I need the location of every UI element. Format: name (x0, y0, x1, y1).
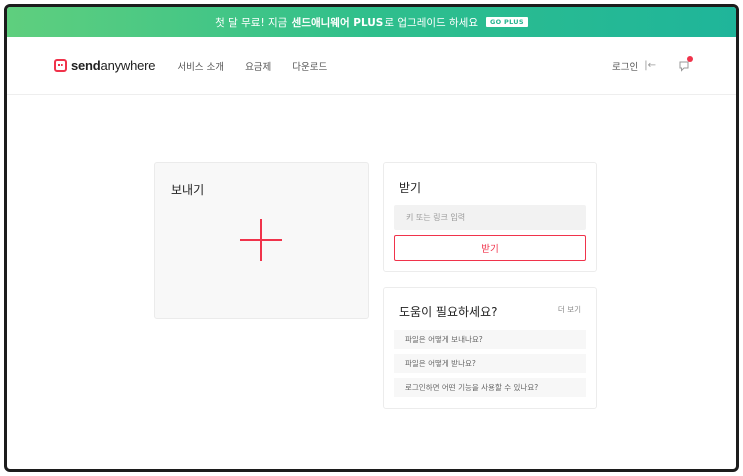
nav-item-download[interactable]: 다운로드 (292, 59, 327, 73)
faq-item[interactable]: 파일은 어떻게 받나요? (394, 354, 586, 373)
key-input[interactable]: 키 또는 링크 입력 (394, 205, 586, 230)
promo-banner[interactable]: 첫 달 무료! 지금 센드애니웨어 PLUS 로 업그레이드 하세요 GO PLU… (7, 7, 736, 37)
nav-item-service[interactable]: 서비스 소개 (177, 59, 224, 73)
logo-icon (54, 59, 67, 72)
nav-item-pricing[interactable]: 요금제 (245, 59, 271, 73)
promo-code-badge: GO PLUS (486, 17, 528, 27)
login-icon[interactable]: |← (644, 60, 656, 71)
site-header: sendanywhere 서비스 소개 요금제 다운로드 로그인 |← (7, 37, 736, 95)
banner-highlight: 센드애니웨어 PLUS (291, 16, 384, 29)
banner-text-before: 첫 달 무료! 지금 (215, 16, 288, 29)
receive-button[interactable]: 받기 (394, 235, 586, 261)
send-title: 보내기 (171, 183, 205, 197)
main-nav: 서비스 소개 요금제 다운로드 (177, 59, 348, 73)
faq-item[interactable]: 로그인하면 어떤 기능을 사용할 수 있나요? (394, 378, 586, 397)
header-actions: 로그인 |← (612, 55, 693, 73)
login-link[interactable]: 로그인 (612, 59, 638, 73)
banner-text-after: 로 업그레이드 하세요 (384, 16, 478, 29)
app-frame: 첫 달 무료! 지금 센드애니웨어 PLUS 로 업그레이드 하세요 GO PLU… (4, 4, 739, 472)
help-card: 도움이 필요하세요? 더 보기 파일은 어떻게 보내나요? 파일은 어떻게 받나… (383, 287, 597, 409)
plus-icon[interactable] (240, 219, 282, 261)
notification-dot (687, 55, 693, 62)
send-card[interactable]: 보내기 (154, 162, 369, 319)
more-link[interactable]: 더 보기 (558, 304, 581, 315)
help-title: 도움이 필요하세요? (399, 305, 498, 319)
notification-icon[interactable] (678, 55, 693, 72)
receive-title: 받기 (399, 181, 422, 195)
receive-card: 받기 키 또는 링크 입력 받기 (383, 162, 597, 272)
faq-item[interactable]: 파일은 어떻게 보내나요? (394, 330, 586, 349)
logo-text: sendanywhere (71, 58, 156, 73)
logo[interactable]: sendanywhere (54, 58, 156, 73)
